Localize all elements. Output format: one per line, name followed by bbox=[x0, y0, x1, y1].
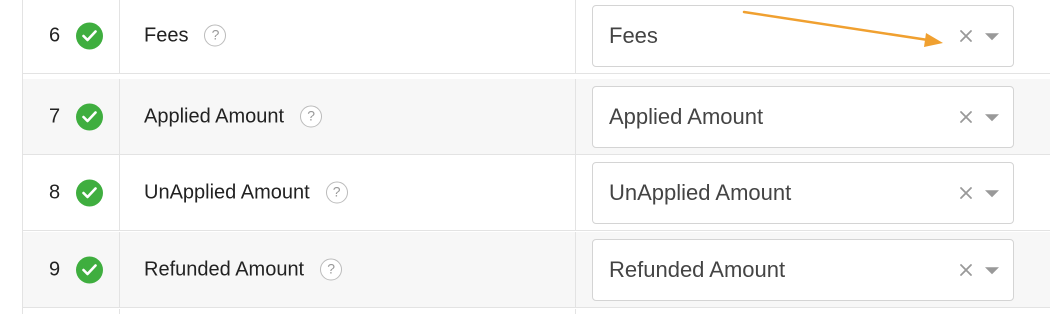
field-select[interactable]: Refunded Amount bbox=[592, 238, 1014, 301]
table-row: 9 Refunded Amount ? Refunded Amount bbox=[23, 232, 1050, 308]
field-select[interactable]: UnApplied Amount bbox=[592, 161, 1014, 224]
field-name-cell: Fees ? bbox=[120, 0, 576, 73]
row-number-cell: 9 bbox=[23, 232, 120, 307]
row-number: 6 bbox=[49, 24, 61, 46]
chevron-down-icon[interactable] bbox=[985, 113, 999, 121]
table-row-partial bbox=[23, 309, 1050, 314]
check-circle-icon bbox=[76, 22, 103, 49]
check-circle-icon bbox=[76, 179, 103, 206]
row-number-cell: 8 bbox=[23, 155, 120, 230]
field-mapping-table: 6 Fees ? Fees 7 Applied Amount ? Applied… bbox=[22, 0, 1050, 314]
row-number-cell: 7 bbox=[23, 79, 120, 154]
select-value: Applied Amount bbox=[609, 103, 764, 129]
field-name: Refunded Amount bbox=[144, 258, 305, 280]
field-name-cell: UnApplied Amount ? bbox=[120, 155, 576, 230]
field-name: UnApplied Amount bbox=[144, 181, 310, 203]
table-row: 8 UnApplied Amount ? UnApplied Amount bbox=[23, 155, 1050, 231]
select-value: Fees bbox=[609, 22, 658, 48]
row-number: 7 bbox=[49, 105, 61, 127]
question-mark-icon[interactable]: ? bbox=[325, 181, 348, 204]
close-icon[interactable] bbox=[959, 263, 973, 277]
row-number-cell bbox=[23, 309, 120, 314]
mapping-cell: UnApplied Amount bbox=[576, 155, 1050, 230]
table-row: 7 Applied Amount ? Applied Amount bbox=[23, 79, 1050, 155]
chevron-down-icon[interactable] bbox=[985, 189, 999, 197]
close-icon[interactable] bbox=[959, 110, 973, 124]
row-number-cell: 6 bbox=[23, 0, 120, 73]
check-circle-icon bbox=[76, 256, 103, 283]
field-name-cell: Applied Amount ? bbox=[120, 79, 576, 154]
mapping-cell: Refunded Amount bbox=[576, 232, 1050, 307]
field-name-cell: Refunded Amount ? bbox=[120, 232, 576, 307]
row-number: 8 bbox=[49, 181, 61, 203]
check-circle-icon bbox=[76, 103, 103, 130]
select-value: UnApplied Amount bbox=[609, 179, 792, 205]
mapping-cell: Fees bbox=[576, 0, 1050, 73]
question-mark-icon[interactable]: ? bbox=[320, 258, 343, 281]
mapping-cell: Applied Amount bbox=[576, 79, 1050, 154]
field-name-cell bbox=[120, 309, 576, 314]
chevron-down-icon[interactable] bbox=[985, 32, 999, 40]
close-icon[interactable] bbox=[959, 186, 973, 200]
question-mark-icon[interactable]: ? bbox=[300, 105, 323, 128]
close-icon[interactable] bbox=[959, 29, 973, 43]
select-value: Refunded Amount bbox=[609, 256, 786, 282]
field-select[interactable]: Applied Amount bbox=[592, 85, 1014, 148]
field-select[interactable]: Fees bbox=[592, 4, 1014, 67]
field-name: Applied Amount bbox=[144, 105, 285, 127]
chevron-down-icon[interactable] bbox=[985, 266, 999, 274]
field-name: Fees bbox=[144, 24, 189, 46]
row-number: 9 bbox=[49, 258, 61, 280]
question-mark-icon[interactable]: ? bbox=[204, 24, 227, 47]
table-row: 6 Fees ? Fees bbox=[23, 0, 1050, 74]
